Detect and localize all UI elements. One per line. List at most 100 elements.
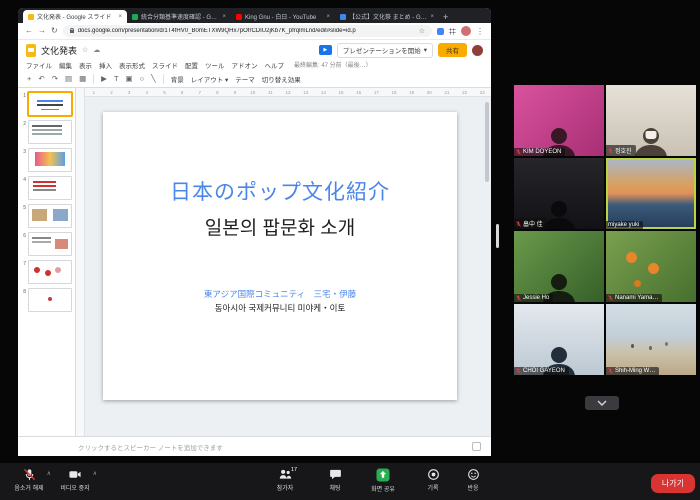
slide-title-japanese[interactable]: 日本のポップ文化紹介	[103, 176, 457, 206]
muted-mic-icon	[516, 221, 521, 227]
menu-help[interactable]: ヘルプ	[265, 60, 285, 70]
chat-button[interactable]: 채팅	[312, 465, 358, 498]
insert-line-icon[interactable]: ╲	[151, 75, 156, 83]
notes-resize-button[interactable]	[472, 442, 481, 451]
user-avatar[interactable]	[472, 45, 483, 56]
back-icon[interactable]: ←	[25, 27, 33, 35]
muted-mic-icon	[516, 295, 521, 301]
stop-video-button[interactable]: 비디오 중지 ∧	[52, 465, 98, 498]
print-icon[interactable]: ▤	[65, 75, 72, 83]
slide-thumbnail-5[interactable]: 5	[20, 204, 72, 228]
thumbnail-preview[interactable]	[28, 148, 72, 172]
tab-close-icon[interactable]: ×	[430, 14, 434, 20]
slide-thumbnail-8[interactable]: 8	[20, 288, 72, 312]
thumbnail-preview[interactable]	[28, 176, 72, 200]
smiley-reactions-icon	[467, 468, 480, 481]
forward-icon[interactable]: →	[38, 27, 46, 35]
url-omnibox[interactable]: docs.google.com/presentation/d/1T4fHV0_B…	[63, 25, 432, 37]
menu-format[interactable]: 表示形式	[119, 60, 145, 70]
canvas-scrollbar[interactable]	[485, 102, 489, 182]
leave-meeting-button[interactable]: 나가기	[651, 474, 695, 493]
menu-tools[interactable]: ツール	[205, 60, 225, 70]
paint-format-icon[interactable]: ▦	[79, 75, 86, 83]
text-box-icon[interactable]: T	[114, 75, 119, 83]
thumbnail-preview[interactable]	[28, 92, 72, 116]
browser-tab-docs[interactable]: 【公式】文化祭 まとめ - Google ドキュメント ×	[335, 10, 439, 23]
tab-close-icon[interactable]: ×	[222, 14, 226, 20]
slide-title-korean[interactable]: 일본의 팝문화 소개	[103, 213, 457, 240]
participant-name: Nanami Yama…	[615, 295, 658, 301]
video-tile-6[interactable]: CHOI GAYEON	[514, 304, 604, 375]
slide-thumbnail-4[interactable]: 4	[20, 176, 72, 200]
slide-subtitle-korean[interactable]: 동아시아 국제커뮤니티 미야케・이토	[103, 302, 457, 314]
menu-edit[interactable]: 編集	[59, 60, 72, 70]
apps-grid-icon[interactable]	[449, 28, 456, 35]
current-slide[interactable]: 日本のポップ文化紹介 일본의 팝문화 소개 東アジア国際コミュニティ 三宅・伊藤…	[103, 112, 457, 400]
tab-close-icon[interactable]: ×	[326, 14, 330, 20]
undo-icon[interactable]: ↶	[38, 75, 44, 83]
menu-addons[interactable]: アドオン	[232, 60, 258, 70]
video-tile-7[interactable]: Shih-Ming W…	[606, 304, 696, 375]
thumbnail-preview[interactable]	[28, 120, 72, 144]
thumbnail-preview[interactable]	[28, 232, 72, 256]
insert-image-icon[interactable]: ▣	[126, 75, 133, 83]
reload-icon[interactable]: ↻	[51, 27, 58, 35]
video-tile-5[interactable]: Nanami Yama…	[606, 231, 696, 302]
slide-thumbnail-3[interactable]: 3	[20, 148, 72, 172]
redo-icon[interactable]: ↷	[52, 75, 58, 83]
participant-name-tag: KIM DOYEON	[514, 148, 565, 156]
extension-icon[interactable]	[437, 28, 444, 35]
slide-thumbnail-6[interactable]: 6	[20, 232, 72, 256]
last-edit-status[interactable]: 最終編集: 47 分前（最後…）	[294, 60, 372, 69]
unmute-button[interactable]: 음소거 해제 ∧	[6, 465, 52, 498]
document-title[interactable]: 文化発表	[41, 44, 77, 57]
browser-menu-icon[interactable]: ⋮	[476, 27, 484, 36]
new-tab-button[interactable]: +	[443, 12, 448, 22]
mic-options-caret[interactable]: ∧	[47, 470, 51, 477]
video-options-caret[interactable]: ∧	[93, 470, 97, 477]
transition-button[interactable]: 切り替え効果	[262, 74, 301, 84]
star-document-icon[interactable]: ☆	[82, 46, 88, 54]
slides-favicon	[28, 14, 34, 20]
thumbnail-preview[interactable]	[28, 288, 72, 312]
layout-button[interactable]: レイアウト ▾	[191, 74, 229, 84]
shared-screen-scrollbar[interactable]	[496, 224, 499, 248]
browser-tab-sheet[interactable]: 統合分類基準速度確認 - Google スプレッドシート ×	[127, 10, 231, 23]
background-button[interactable]: 背景	[171, 74, 184, 84]
menu-arrange[interactable]: 配置	[185, 60, 198, 70]
share-button[interactable]: 共有	[438, 43, 467, 57]
browser-tab-youtube[interactable]: King Gnu - 白日 - YouTube ×	[231, 10, 335, 23]
participants-button[interactable]: 17 참가자	[262, 465, 308, 498]
speaker-notes-bar[interactable]: クリックするとスピーカー ノートを追加できます	[18, 436, 491, 456]
tab-close-icon[interactable]: ×	[118, 14, 122, 20]
insert-shape-icon[interactable]: ○	[140, 75, 145, 83]
menu-file[interactable]: ファイル	[26, 60, 52, 70]
slides-app-icon[interactable]	[26, 44, 36, 57]
video-tile-1[interactable]: 정호진	[606, 85, 696, 156]
slideshow-icon[interactable]: ▶	[319, 45, 332, 55]
present-button[interactable]: プレゼンテーションを開始 ▾	[337, 43, 433, 58]
menu-insert[interactable]: 挿入	[99, 60, 112, 70]
gallery-scroll-down-button[interactable]	[585, 396, 619, 410]
video-tile-4[interactable]: Jessie Ho	[514, 231, 604, 302]
browser-tab-slides[interactable]: 文化発表 - Google スライド ×	[23, 10, 127, 23]
video-tile-3[interactable]: miyake yuki	[606, 158, 696, 229]
select-cursor-icon[interactable]: ▶	[101, 75, 107, 83]
video-tile-0[interactable]: KIM DOYEON	[514, 85, 604, 156]
thumbnail-preview[interactable]	[28, 204, 72, 228]
reactions-button[interactable]: 반응	[450, 465, 496, 498]
browser-profile-avatar[interactable]	[461, 26, 471, 36]
screen-share-button[interactable]: 화면 공유	[360, 465, 406, 498]
menu-view[interactable]: 表示	[79, 60, 92, 70]
new-slide-icon[interactable]: +	[27, 75, 31, 83]
slide-thumbnail-1[interactable]: 1	[20, 92, 72, 116]
speaker-notes-placeholder[interactable]: クリックするとスピーカー ノートを追加できます	[78, 442, 223, 452]
slide-thumbnail-2[interactable]: 2	[20, 120, 72, 144]
slide-subtitle-japanese[interactable]: 東アジア国際コミュニティ 三宅・伊藤	[103, 288, 457, 300]
slide-thumbnail-7[interactable]: 7	[20, 260, 72, 284]
bookmark-star-icon[interactable]: ☆	[419, 27, 425, 35]
menu-slide[interactable]: スライド	[152, 60, 178, 70]
theme-button[interactable]: テーマ	[235, 74, 255, 84]
thumbnail-preview[interactable]	[28, 260, 72, 284]
video-tile-2[interactable]: 畠中 佳	[514, 158, 604, 229]
